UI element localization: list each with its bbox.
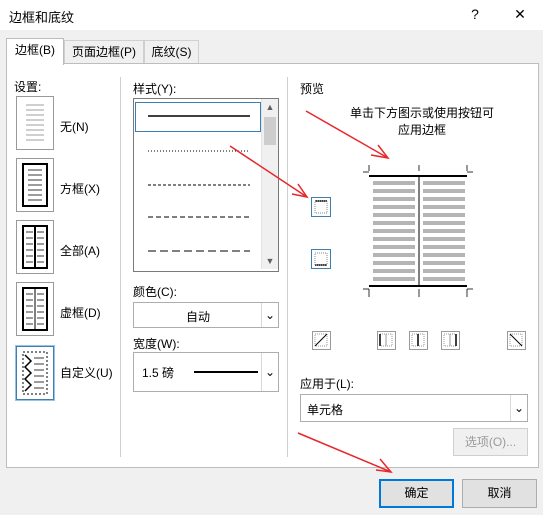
preview-hint-line1: 单击下方图示或使用按钮可 — [349, 106, 494, 120]
apply-to-dropdown[interactable]: 单元格 ⌄ — [300, 394, 528, 422]
title-bar: 边框和底纹 ? ✕ — [0, 0, 543, 30]
chevron-down-icon[interactable]: ⌄ — [510, 395, 527, 421]
border-top-icon — [314, 200, 328, 214]
diagonal-up-icon — [314, 333, 328, 347]
cancel-button[interactable]: 取消 — [462, 479, 537, 508]
separator-right — [287, 77, 288, 457]
setting-none-button[interactable] — [16, 96, 54, 150]
separator-left — [120, 77, 121, 457]
setting-all-button[interactable] — [16, 220, 54, 274]
setting-none-label: 无(N) — [60, 120, 89, 134]
color-dropdown[interactable]: 自动 ⌄ — [133, 302, 279, 328]
chevron-down-icon[interactable]: ⌄ — [261, 303, 278, 327]
setting-grid-label: 虚框(D) — [60, 306, 101, 320]
help-button[interactable]: ? — [464, 3, 486, 25]
style-label: 样式(Y): — [133, 82, 177, 96]
window-title: 边框和底纹 — [9, 10, 75, 25]
border-left-icon — [379, 333, 393, 347]
border-grid-icon — [22, 287, 48, 331]
setting-custom-label: 自定义(U) — [60, 366, 113, 380]
border-none-icon — [26, 104, 44, 141]
border-bottom-icon — [314, 252, 328, 266]
scroll-up-icon[interactable]: ▲ — [262, 99, 278, 115]
scroll-thumb[interactable] — [264, 117, 276, 145]
line-style-samples — [148, 115, 250, 252]
apply-to-label: 应用于(L): — [300, 377, 355, 391]
tab-borders[interactable]: 边框(B) — [6, 38, 64, 65]
left-border-button[interactable] — [377, 331, 396, 350]
preview-diagram[interactable] — [355, 165, 475, 297]
right-border-button[interactable] — [441, 331, 460, 350]
setting-all-label: 全部(A) — [60, 244, 100, 258]
border-inside-vertical-icon — [411, 333, 425, 347]
color-label: 颜色(C): — [133, 285, 177, 299]
width-line-sample — [194, 371, 258, 373]
width-label: 宽度(W): — [133, 337, 180, 351]
diagonal-down-icon — [509, 333, 523, 347]
top-border-button[interactable] — [311, 197, 331, 217]
diagonal-up-button[interactable] — [507, 331, 526, 350]
tab-page-borders[interactable]: 页面边框(P) — [64, 40, 144, 63]
close-button[interactable]: ✕ — [509, 3, 531, 25]
border-all-icon — [22, 225, 48, 269]
diagonal-down-button[interactable] — [312, 331, 331, 350]
preview-hint-line2: 应用边框 — [397, 123, 446, 137]
chevron-down-icon[interactable]: ⌄ — [261, 353, 278, 391]
scroll-down-icon[interactable]: ▼ — [262, 253, 278, 269]
setting-box-button[interactable] — [16, 158, 54, 212]
settings-label: 设置: — [14, 80, 42, 94]
inside-vertical-button[interactable] — [409, 331, 428, 350]
color-value: 自动 — [185, 310, 210, 324]
width-dropdown[interactable]: 1.5 磅 ⌄ — [133, 352, 279, 392]
preview-label: 预览 — [300, 82, 325, 96]
line-style-list[interactable]: ▲ ▼ — [133, 98, 279, 272]
setting-grid-button[interactable] — [16, 282, 54, 336]
border-right-icon — [443, 333, 457, 347]
options-button[interactable]: 选项(O)... — [453, 428, 528, 456]
border-custom-icon — [22, 351, 48, 395]
setting-box-label: 方框(X) — [60, 182, 100, 196]
bottom-border-button[interactable] — [311, 249, 331, 269]
ok-button[interactable]: 确定 — [379, 479, 454, 508]
setting-custom-button[interactable] — [16, 346, 54, 400]
border-box-icon — [22, 163, 48, 207]
width-value: 1.5 磅 — [142, 366, 175, 380]
apply-to-value: 单元格 — [307, 403, 344, 417]
line-style-scrollbar[interactable]: ▲ ▼ — [261, 99, 278, 269]
tab-shading[interactable]: 底纹(S) — [144, 40, 199, 63]
